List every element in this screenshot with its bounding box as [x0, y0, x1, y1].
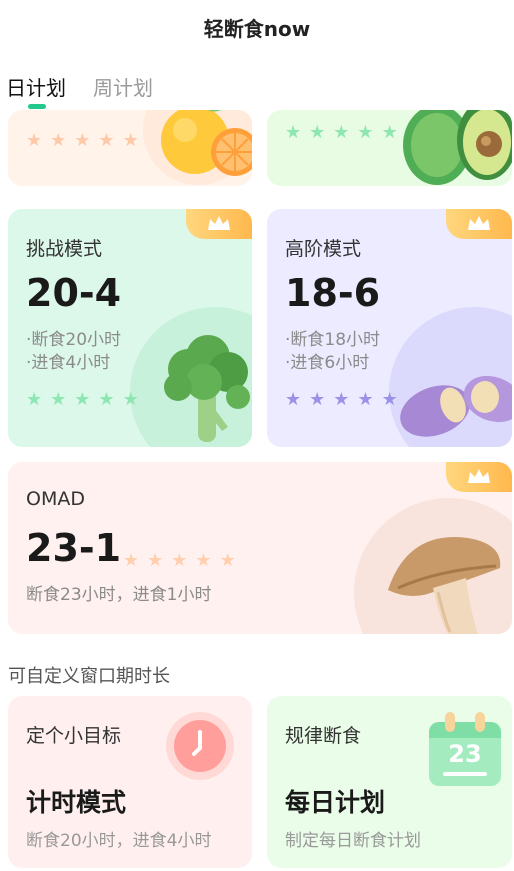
mode-description: ·断食20小时 ·进食4小时	[26, 329, 121, 375]
plan-card-partial-avocado[interactable]: ★ ★ ★ ★ ★	[267, 110, 512, 186]
star-icon: ★	[333, 122, 350, 143]
card-description: 断食20小时，进食4小时	[26, 831, 212, 851]
star-icon: ★	[219, 550, 236, 571]
crown-icon	[208, 216, 230, 230]
clock-icon	[166, 712, 234, 780]
top-bar: 轻断食now	[0, 0, 514, 54]
difficulty-stars: ★ ★ ★ ★ ★	[123, 552, 236, 570]
active-tab-indicator	[28, 104, 46, 109]
star-icon: ★	[285, 389, 302, 410]
app-title: 轻断食now	[203, 16, 311, 41]
star-icon: ★	[50, 130, 67, 151]
star-icon: ★	[147, 550, 164, 571]
star-icon: ★	[171, 550, 188, 571]
custom-card-daily[interactable]: 规律断食 23 每日计划 制定每日断食计划	[267, 696, 512, 868]
star-icon: ★	[122, 389, 139, 410]
mode-ratio: 20-4	[26, 271, 122, 315]
star-icon: ★	[74, 389, 91, 410]
card-subtitle: 规律断食	[285, 725, 362, 747]
card-title: 计时模式	[26, 788, 127, 817]
star-icon: ★	[98, 130, 115, 151]
calendar-icon: 23	[429, 712, 501, 790]
plan-card-partial-orange[interactable]: ★ ★ ★ ★ ★	[8, 110, 252, 186]
custom-section-label: 可自定义窗口期时长	[8, 666, 170, 687]
card-title: 每日计划	[285, 788, 386, 817]
premium-crown-badge	[186, 209, 252, 239]
star-icon: ★	[26, 130, 43, 151]
plan-card-omad[interactable]: OMAD 23-1 ★ ★ ★ ★ ★ 断食23小时，进食1小时	[8, 462, 512, 634]
star-icon: ★	[74, 130, 91, 151]
star-icon: ★	[381, 122, 398, 143]
tab-weekly-plan[interactable]: 周计划	[93, 72, 153, 101]
mushroom-icon	[388, 537, 501, 634]
star-icon: ★	[98, 389, 115, 410]
premium-crown-badge	[446, 462, 512, 492]
mode-description: ·断食18小时 ·进食6小时	[285, 329, 380, 375]
plan-tabs: 日计划 周计划	[0, 62, 514, 110]
star-icon: ★	[333, 389, 350, 410]
eating-hours-text: ·进食4小时	[26, 353, 111, 373]
card-description: 制定每日断食计划	[285, 831, 421, 851]
mode-ratio: 23-1	[26, 526, 122, 570]
crown-icon	[468, 216, 490, 230]
difficulty-stars: ★ ★ ★ ★ ★	[285, 124, 398, 142]
eating-hours-text: ·进食6小时	[285, 353, 370, 373]
app-screen: 轻断食now 日计划 周计划 ★ ★ ★ ★ ★ ★ ★ ★ ★ ★ 挑战模式 …	[0, 0, 514, 871]
plan-card-challenge[interactable]: 挑战模式 20-4 ·断食20小时 ·进食4小时 ★ ★ ★ ★ ★	[8, 209, 252, 447]
star-icon: ★	[309, 389, 326, 410]
card-subtitle: 定个小目标	[26, 725, 122, 747]
crown-icon	[468, 469, 490, 483]
mode-ratio: 18-6	[285, 271, 381, 315]
plan-card-advanced[interactable]: 高阶模式 18-6 ·断食18小时 ·进食6小时 ★ ★ ★ ★ ★	[267, 209, 512, 447]
star-icon: ★	[50, 389, 67, 410]
mode-name: 高阶模式	[285, 238, 362, 260]
mode-name: OMAD	[26, 488, 85, 510]
calendar-day-number: 23	[448, 740, 482, 768]
mode-description: 断食23小时，进食1小时	[26, 585, 212, 605]
tab-daily-plan[interactable]: 日计划	[6, 72, 66, 101]
fasting-hours-text: ·断食20小时	[26, 330, 122, 350]
star-icon: ★	[357, 122, 374, 143]
orange-icon	[143, 110, 252, 185]
star-icon: ★	[357, 389, 374, 410]
star-icon: ★	[26, 389, 43, 410]
broccoli-icon	[164, 335, 250, 442]
fasting-hours-text: ·断食18小时	[285, 330, 381, 350]
sweet-potato-icon	[400, 375, 512, 437]
premium-crown-badge	[446, 209, 512, 239]
avocado-icon	[403, 110, 512, 185]
star-icon: ★	[285, 122, 302, 143]
star-icon: ★	[309, 122, 326, 143]
custom-card-timer[interactable]: 定个小目标 计时模式 断食20小时，进食4小时	[8, 696, 252, 868]
mode-name: 挑战模式	[26, 238, 103, 260]
difficulty-stars: ★ ★ ★ ★ ★	[285, 391, 398, 409]
star-icon: ★	[195, 550, 212, 571]
difficulty-stars: ★ ★ ★ ★ ★	[26, 391, 139, 409]
star-icon: ★	[123, 550, 140, 571]
difficulty-stars: ★ ★ ★ ★ ★	[26, 132, 139, 150]
